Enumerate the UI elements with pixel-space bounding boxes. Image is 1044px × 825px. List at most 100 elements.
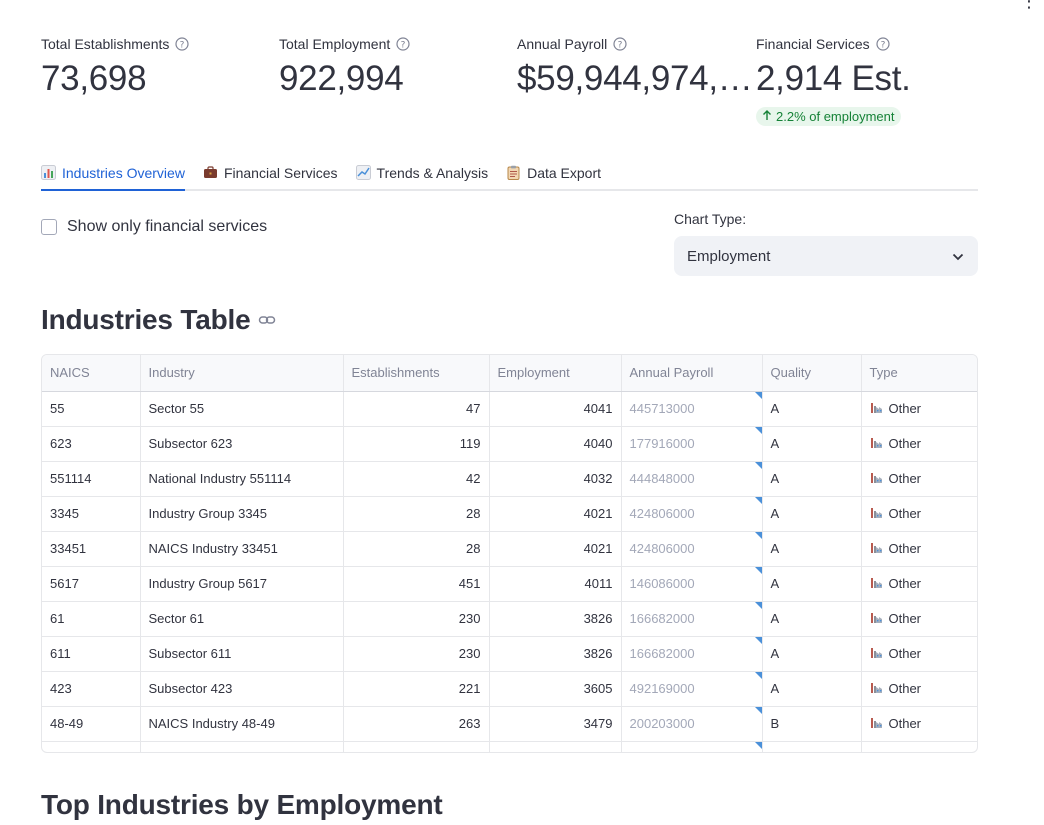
table-row[interactable]: 33451 NAICS Industry 33451 28 4021 424806000…: [42, 531, 977, 567]
table-cell[interactable]: 3345: [42, 496, 141, 532]
column-header[interactable]: Employment: [489, 355, 622, 392]
table-cell[interactable]: 166682000: [621, 636, 763, 672]
table-cell[interactable]: Sector 52: [140, 741, 344, 752]
column-header[interactable]: Establishments: [343, 355, 490, 392]
tab-data-export[interactable]: Data Export: [506, 156, 601, 189]
table-cell[interactable]: 52: [42, 741, 141, 752]
table-cell[interactable]: 47: [343, 391, 490, 427]
help-icon[interactable]: ?: [396, 37, 410, 51]
table-cell[interactable]: Other: [861, 671, 977, 707]
table-cell[interactable]: 3479: [489, 706, 622, 742]
table-cell[interactable]: 230: [343, 636, 490, 672]
table-cell[interactable]: A: [762, 426, 862, 462]
table-cell[interactable]: 551114: [42, 461, 141, 497]
table-cell[interactable]: 230: [343, 601, 490, 637]
table-cell[interactable]: Industry Group 5617: [140, 566, 344, 602]
table-cell[interactable]: 623: [42, 426, 141, 462]
table-row[interactable]: 52Sector 522303317311602000A Other: [42, 741, 977, 752]
table-cell[interactable]: A: [762, 461, 862, 497]
table-cell[interactable]: 5617: [42, 566, 141, 602]
table-cell[interactable]: A: [762, 741, 862, 752]
table-cell[interactable]: 492169000: [621, 671, 763, 707]
help-icon[interactable]: ?: [876, 37, 890, 51]
table-cell[interactable]: A: [762, 636, 862, 672]
column-header[interactable]: NAICS: [42, 355, 141, 392]
table-cell[interactable]: 3826: [489, 601, 622, 637]
table-cell[interactable]: 424806000: [621, 496, 763, 532]
table-cell[interactable]: A: [762, 531, 862, 567]
table-cell[interactable]: 200203000: [621, 706, 763, 742]
table-cell[interactable]: A: [762, 671, 862, 707]
table-cell[interactable]: Other: [861, 601, 977, 637]
table-cell[interactable]: B: [762, 706, 862, 742]
table-cell[interactable]: Subsector 611: [140, 636, 344, 672]
table-cell[interactable]: 424806000: [621, 531, 763, 567]
table-cell[interactable]: 611: [42, 636, 141, 672]
table-cell[interactable]: 4021: [489, 531, 622, 567]
table-row[interactable]: 61 Sector 61 230 3826 166682000 A Other: [42, 601, 977, 637]
table-cell[interactable]: Other: [861, 636, 977, 672]
link-icon[interactable]: [258, 311, 276, 329]
table-cell[interactable]: Other: [861, 706, 977, 742]
tab-financial-services[interactable]: Financial Services: [203, 156, 338, 189]
table-cell[interactable]: 444848000: [621, 461, 763, 497]
table-cell[interactable]: Other: [861, 566, 977, 602]
table-cell[interactable]: Subsector 623: [140, 426, 344, 462]
table-cell[interactable]: 42: [343, 461, 490, 497]
table-cell[interactable]: Sector 61: [140, 601, 344, 637]
table-row[interactable]: 623 Subsector 623 119 4040 177916000 A Other: [42, 426, 977, 462]
table-cell[interactable]: Other: [861, 496, 977, 532]
table-cell[interactable]: 445713000: [621, 391, 763, 427]
table-cell[interactable]: 4041: [489, 391, 622, 427]
table-cell[interactable]: 4040: [489, 426, 622, 462]
table-cell[interactable]: A: [762, 566, 862, 602]
table-cell[interactable]: 55: [42, 391, 141, 427]
table-cell[interactable]: A: [762, 601, 862, 637]
table-cell[interactable]: Other: [861, 426, 977, 462]
table-cell[interactable]: 4032: [489, 461, 622, 497]
table-row[interactable]: 423 Subsector 423 221 3605 492169000 A Other: [42, 671, 977, 707]
table-cell[interactable]: 177916000: [621, 426, 763, 462]
table-cell[interactable]: Sector 55: [140, 391, 344, 427]
table-row[interactable]: 48-49 NAICS Industry 48-49 263 3479 20020300…: [42, 706, 977, 742]
table-cell[interactable]: 3317: [489, 741, 622, 752]
table-cell[interactable]: Other: [861, 461, 977, 497]
table-cell[interactable]: Other: [861, 741, 977, 752]
column-header[interactable]: Quality: [762, 355, 862, 392]
tab-industries-overview[interactable]: Industries Overview: [41, 156, 185, 191]
table-cell[interactable]: 4011: [489, 566, 622, 602]
table-cell[interactable]: 221: [343, 671, 490, 707]
table-cell[interactable]: 4021: [489, 496, 622, 532]
table-cell[interactable]: Subsector 423: [140, 671, 344, 707]
column-header[interactable]: Annual Payroll: [621, 355, 763, 392]
help-icon[interactable]: ?: [613, 37, 627, 51]
table-row[interactable]: 611 Subsector 611 230 3826 166682000 A Other: [42, 636, 977, 672]
table-cell[interactable]: Industry Group 3345: [140, 496, 344, 532]
table-cell[interactable]: 48-49: [42, 706, 141, 742]
table-row[interactable]: 5617 Industry Group 5617 451 4011 146086000 A…: [42, 566, 977, 602]
table-cell[interactable]: 263: [343, 706, 490, 742]
table-cell[interactable]: 311602000: [621, 741, 763, 752]
table-cell[interactable]: A: [762, 496, 862, 532]
financial-filter-checkbox[interactable]: Show only financial services: [41, 218, 267, 236]
table-cell[interactable]: 146086000: [621, 566, 763, 602]
table-cell[interactable]: NAICS Industry 48-49: [140, 706, 344, 742]
table-cell[interactable]: 3826: [489, 636, 622, 672]
table-cell[interactable]: Other: [861, 391, 977, 427]
table-cell[interactable]: NAICS Industry 33451: [140, 531, 344, 567]
table-row[interactable]: 551114 National Industry 551114 42 4032 4448…: [42, 461, 977, 497]
table-cell[interactable]: A: [762, 391, 862, 427]
table-cell[interactable]: 28: [343, 496, 490, 532]
table-cell[interactable]: 423: [42, 671, 141, 707]
table-cell[interactable]: 28: [343, 531, 490, 567]
industries-table[interactable]: NAICS Industry Establishments Employment…: [41, 354, 978, 753]
more-menu-icon[interactable]: ⋮: [1020, 0, 1038, 10]
table-row[interactable]: 3345 Industry Group 3345 28 4021 424806000 A O…: [42, 496, 977, 532]
table-cell[interactable]: 3605: [489, 671, 622, 707]
table-cell[interactable]: 33451: [42, 531, 141, 567]
column-header[interactable]: Industry: [140, 355, 344, 392]
checkbox-box[interactable]: [41, 219, 57, 235]
table-cell[interactable]: 230: [343, 741, 490, 752]
table-cell[interactable]: 166682000: [621, 601, 763, 637]
column-header[interactable]: Type: [861, 355, 977, 392]
